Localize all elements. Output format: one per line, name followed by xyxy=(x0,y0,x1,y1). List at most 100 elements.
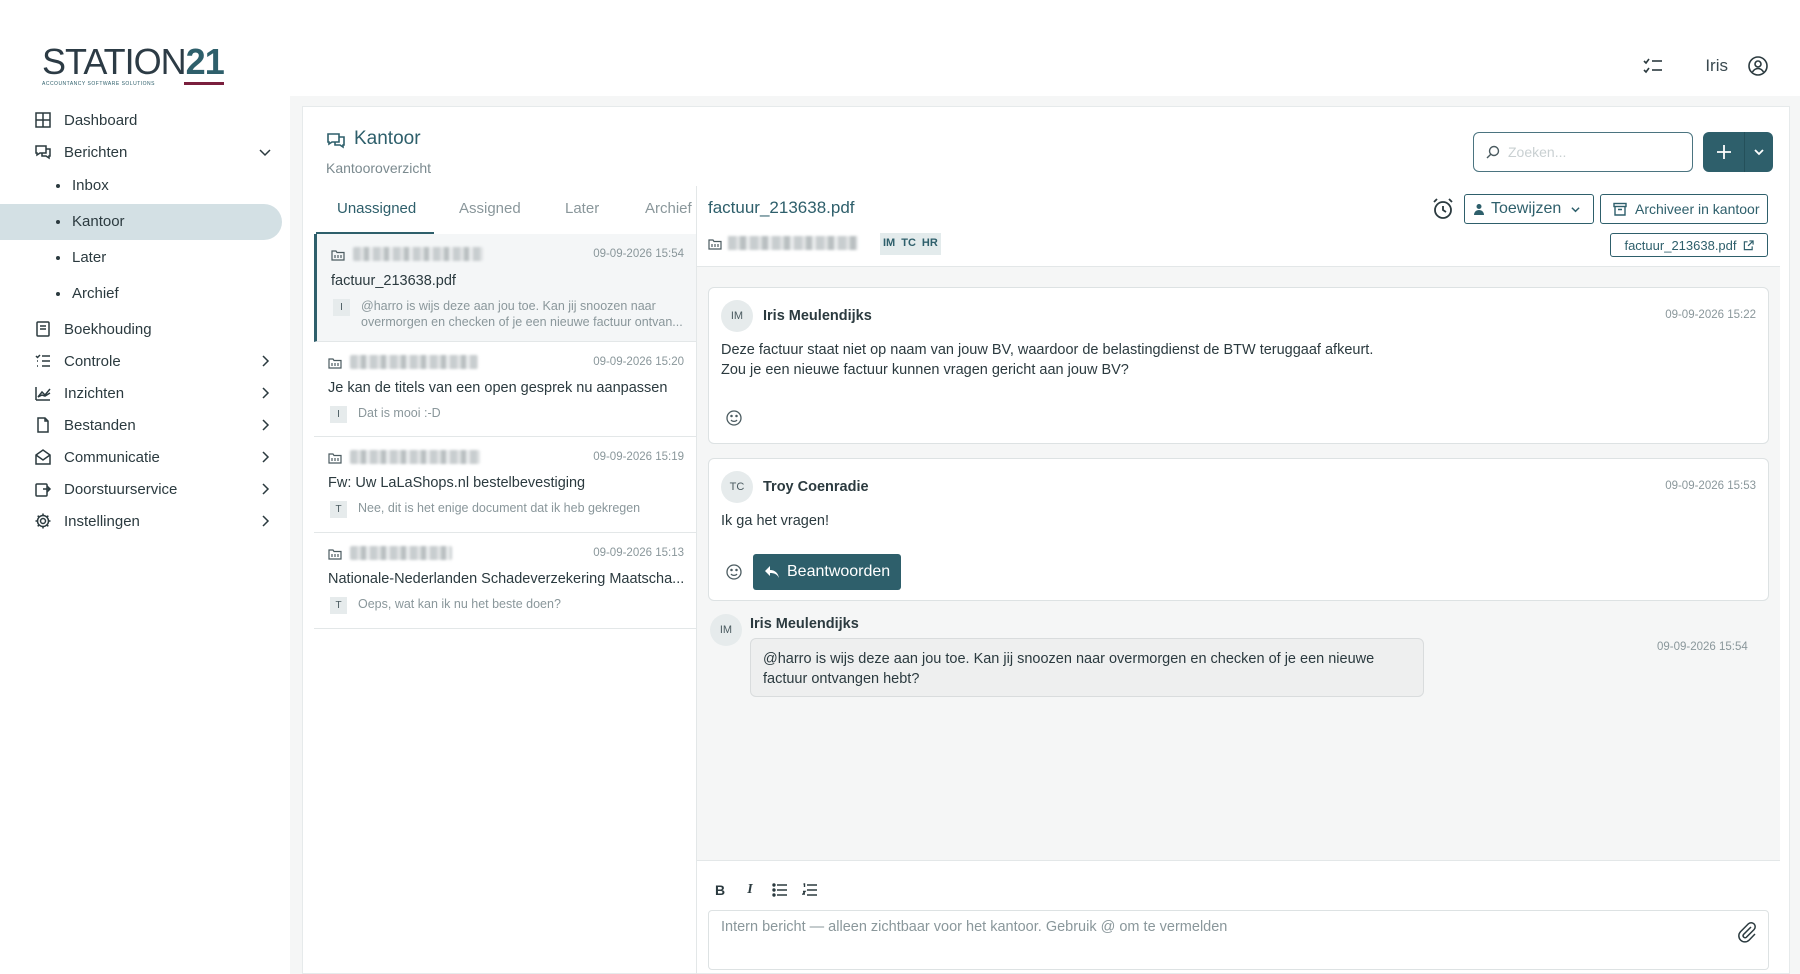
sidebar-subitem-kantoor[interactable]: Kantoor xyxy=(0,204,282,240)
author-badge: I xyxy=(333,299,350,316)
logo-underline xyxy=(183,82,224,85)
message-time: 09-09-2026 15:22 xyxy=(1665,309,1756,321)
participant-badge: HR xyxy=(921,237,938,249)
sidebar-subitem-inbox[interactable]: Inbox xyxy=(0,168,282,204)
page-title: Kantoor xyxy=(354,128,421,149)
file-link-button[interactable]: factuur_213638.pdf xyxy=(1610,233,1768,257)
sidebar-item-doorstuurservice[interactable]: Doorstuurservice xyxy=(0,473,290,505)
message-author: Troy Coenradie xyxy=(763,479,869,495)
sidebar-item-label: Berichten xyxy=(64,143,128,161)
sidebar-item-label: Dashboard xyxy=(64,111,138,129)
conversation-preview: Oeps, wat kan ik nu het beste doen? xyxy=(358,597,561,611)
search-icon xyxy=(1486,145,1500,159)
logo-text: STATION xyxy=(42,41,187,82)
conversation-subject: Fw: Uw LaLaShops.nl bestelbevestiging xyxy=(328,475,586,491)
tasks-icon[interactable] xyxy=(1639,52,1667,80)
sidebar-item-controle[interactable]: Controle xyxy=(0,345,290,377)
message-composer xyxy=(708,910,1769,970)
tab-later[interactable]: Later xyxy=(565,200,599,234)
sidebar: Dashboard Berichten Inbox Kantoor Later … xyxy=(0,96,290,974)
search-box[interactable] xyxy=(1473,132,1693,172)
user-name[interactable]: Iris xyxy=(1705,56,1728,76)
sidebar-subitem-later[interactable]: Later xyxy=(0,240,282,276)
numbered-list-icon[interactable] xyxy=(802,882,818,898)
alarm-clock-icon[interactable] xyxy=(1430,196,1456,222)
chevron-right-icon[interactable] xyxy=(258,514,272,528)
chevron-down-icon[interactable] xyxy=(258,145,272,159)
italic-icon[interactable]: I xyxy=(742,882,758,898)
chevron-right-icon[interactable] xyxy=(258,418,272,432)
archive-button[interactable]: Archiveer in kantoor xyxy=(1600,194,1768,224)
add-button[interactable] xyxy=(1703,132,1745,172)
chevron-right-icon[interactable] xyxy=(258,450,272,464)
message-line: Zou je een nieuwe factuur kunnen vragen … xyxy=(721,362,1129,378)
bullet xyxy=(56,184,60,188)
file-icon xyxy=(37,417,49,433)
message-body: Deze factuur staat niet op naam van jouw… xyxy=(721,340,1373,380)
conversation-item[interactable]: 09-09-2026 15:20 Je kan de titels van ee… xyxy=(314,342,696,437)
folder-icon xyxy=(328,453,342,464)
conversation-subject: Je kan de titels van een open gesprek nu… xyxy=(328,380,668,396)
sidebar-item-instellingen[interactable]: Instellingen xyxy=(0,505,290,537)
sidebar-item-berichten[interactable]: Berichten xyxy=(0,136,290,168)
conversation-subject: Nationale-Nederlanden Schadeverzekering … xyxy=(328,571,685,587)
message-author: Iris Meulendijks xyxy=(763,308,872,324)
message-input[interactable] xyxy=(721,919,1701,959)
message-card: TC Troy Coenradie 09-09-2026 15:53 Ik ga… xyxy=(708,458,1769,601)
tab-assigned[interactable]: Assigned xyxy=(459,200,521,234)
smiley-icon[interactable] xyxy=(725,409,743,427)
user-account-icon[interactable] xyxy=(1744,52,1772,80)
folder-icon xyxy=(708,239,722,250)
client-redacted xyxy=(728,236,858,250)
search-input[interactable] xyxy=(1508,144,1678,160)
conversation-subject: factuur_213638.pdf xyxy=(331,273,456,289)
chevron-right-icon[interactable] xyxy=(258,482,272,496)
author-badge: I xyxy=(330,406,347,423)
conversation-item[interactable]: 09-09-2026 15:19 Fw: Uw LaLaShops.nl bes… xyxy=(314,437,696,533)
forward-icon xyxy=(35,483,52,497)
conversation-preview: Dat is mooi :-D xyxy=(358,406,441,420)
sender-redacted xyxy=(350,355,478,369)
bullet xyxy=(56,256,60,260)
logo[interactable]: STATION21 ACCOUNTANCY SOFTWARE SOLUTIONS xyxy=(42,41,225,88)
bullet xyxy=(56,292,60,296)
sidebar-subitem-archief[interactable]: Archief xyxy=(0,276,282,312)
chevron-right-icon[interactable] xyxy=(258,354,272,368)
author-badge: T xyxy=(330,597,347,614)
sidebar-item-inzichten[interactable]: Inzichten xyxy=(0,377,290,409)
conversation-time: 09-09-2026 15:54 xyxy=(593,248,684,260)
tab-archief[interactable]: Archief xyxy=(645,200,692,234)
conversation-preview: Nee, dit is het enige document dat ik he… xyxy=(358,501,641,515)
reply-icon xyxy=(765,566,779,578)
participant-badges: IM TC HR xyxy=(880,233,941,255)
conversation-item[interactable]: 09-09-2026 15:54 factuur_213638.pdf I @h… xyxy=(314,234,696,342)
sidebar-item-boekhouding[interactable]: Boekhouding xyxy=(0,313,290,345)
sidebar-subitem-label: Later xyxy=(72,249,107,266)
sidebar-item-dashboard[interactable]: Dashboard xyxy=(0,104,290,136)
assign-button[interactable]: Toewijzen xyxy=(1464,194,1594,224)
conversation-item[interactable]: 09-09-2026 15:13 Nationale-Nederlanden S… xyxy=(314,533,696,629)
assign-button-label: Toewijzen xyxy=(1491,200,1562,217)
bullet-list-icon[interactable] xyxy=(772,882,788,898)
sidebar-item-bestanden[interactable]: Bestanden xyxy=(0,409,290,441)
sidebar-item-communicatie[interactable]: Communicatie xyxy=(0,441,290,473)
participant-badge: TC xyxy=(901,237,916,249)
chart-icon xyxy=(35,387,51,401)
add-dropdown-button[interactable] xyxy=(1745,132,1773,172)
paperclip-icon[interactable] xyxy=(1736,921,1758,943)
reply-button-label: Beantwoorden xyxy=(787,563,891,580)
tab-unassigned[interactable]: Unassigned xyxy=(337,200,416,234)
folder-icon xyxy=(328,358,342,369)
chevron-right-icon[interactable] xyxy=(258,386,272,400)
reply-button[interactable]: Beantwoorden xyxy=(753,554,901,590)
conversation-time: 09-09-2026 15:19 xyxy=(593,451,684,463)
note-author: Iris Meulendijks xyxy=(750,616,859,632)
external-link-icon xyxy=(1743,239,1754,250)
smiley-icon[interactable] xyxy=(725,563,743,581)
bold-icon[interactable]: B xyxy=(712,882,728,898)
sender-redacted xyxy=(350,546,452,560)
sidebar-item-label: Communicatie xyxy=(64,448,160,466)
conversation-title[interactable]: factuur_213638.pdf xyxy=(708,198,855,218)
logo-wordmark: STATION21 xyxy=(42,41,225,82)
participant-badge: IM xyxy=(883,237,896,249)
